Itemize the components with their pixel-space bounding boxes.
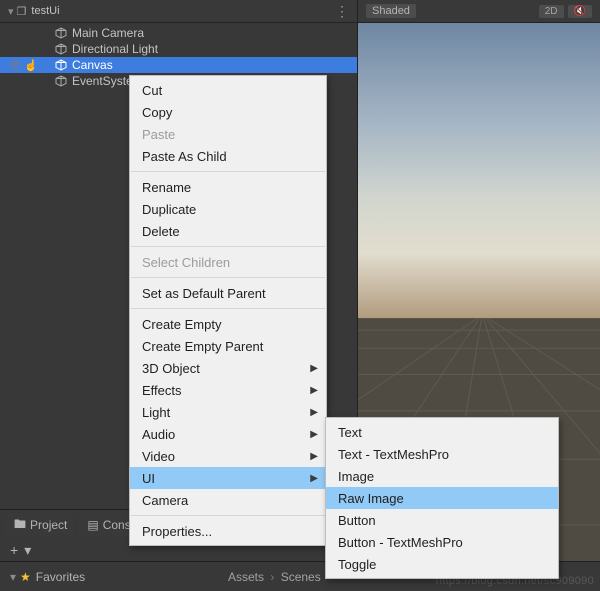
gameobject-icon <box>54 74 68 88</box>
menu-item-create-empty-parent[interactable]: Create Empty Parent <box>130 335 326 357</box>
chevron-down-icon[interactable]: ▾ <box>24 542 31 559</box>
submenu-item-text[interactable]: Text <box>326 421 558 443</box>
folder-icon: 🖿 <box>14 515 26 536</box>
menu-item-properties[interactable]: Properties... <box>130 520 326 542</box>
scene-sky <box>358 23 600 318</box>
breadcrumb[interactable]: Assets › Scenes <box>228 570 321 584</box>
visibility-icon[interactable]: 👁 <box>8 59 22 72</box>
menu-item-3d-object[interactable]: 3D Object▶ <box>130 357 326 379</box>
menu-item-effects[interactable]: Effects▶ <box>130 379 326 401</box>
kebab-menu-icon[interactable]: ⋮ <box>335 3 349 20</box>
menu-item-create-empty[interactable]: Create Empty <box>130 313 326 335</box>
gameobject-icon <box>54 42 68 56</box>
menu-item-ui[interactable]: UI▶ <box>130 467 326 489</box>
add-button[interactable]: + <box>10 542 18 559</box>
menu-item-duplicate[interactable]: Duplicate <box>130 198 326 220</box>
chevron-down-icon: ▾ <box>8 5 14 18</box>
menu-item-paste: Paste <box>130 123 326 145</box>
star-icon: ★ <box>20 570 31 584</box>
submenu-item-button[interactable]: Button <box>326 509 558 531</box>
pickable-icon[interactable]: ☝ <box>24 59 38 72</box>
hierarchy-item-label: Main Camera <box>72 26 144 40</box>
ui-submenu: Text Text - TextMeshPro Image Raw Image … <box>325 417 559 579</box>
tab-label: Project <box>30 518 67 532</box>
chevron-down-icon[interactable]: ▾ <box>10 570 16 584</box>
menu-item-cut[interactable]: Cut <box>130 79 326 101</box>
menu-separator <box>131 171 325 172</box>
menu-separator <box>131 246 325 247</box>
gameobject-icon <box>54 26 68 40</box>
chevron-right-icon: ▶ <box>310 473 318 484</box>
hierarchy-header[interactable]: ▾ ❐ testUi ⋮ <box>0 0 357 23</box>
hierarchy-item-directional-light[interactable]: Directional Light <box>0 41 357 57</box>
chevron-right-icon: ▶ <box>310 429 318 440</box>
submenu-item-raw-image[interactable]: Raw Image <box>326 487 558 509</box>
menu-item-copy[interactable]: Copy <box>130 101 326 123</box>
menu-item-audio[interactable]: Audio▶ <box>130 423 326 445</box>
submenu-item-button-tmp[interactable]: Button - TextMeshPro <box>326 531 558 553</box>
submenu-item-image[interactable]: Image <box>326 465 558 487</box>
hierarchy-item-label: Directional Light <box>72 42 158 56</box>
chevron-right-icon: ▶ <box>310 407 318 418</box>
menu-item-light[interactable]: Light▶ <box>130 401 326 423</box>
hierarchy-item-label: Canvas <box>72 58 113 72</box>
chevron-right-icon: ▶ <box>310 385 318 396</box>
scene-icon: ❐ <box>17 5 27 18</box>
favorites-label[interactable]: Favorites <box>36 570 85 584</box>
chevron-right-icon: › <box>270 570 274 584</box>
hierarchy-item-main-camera[interactable]: Main Camera <box>0 25 357 41</box>
breadcrumb-item[interactable]: Assets <box>228 570 264 584</box>
submenu-item-toggle[interactable]: Toggle <box>326 553 558 575</box>
menu-separator <box>131 515 325 516</box>
menu-separator <box>131 308 325 309</box>
gameobject-icon <box>54 58 68 72</box>
menu-item-select-children: Select Children <box>130 251 326 273</box>
menu-item-video[interactable]: Video▶ <box>130 445 326 467</box>
mute-audio-button[interactable]: 🔇 <box>568 5 592 18</box>
tab-project[interactable]: 🖿 Project <box>6 513 75 538</box>
menu-item-delete[interactable]: Delete <box>130 220 326 242</box>
chevron-right-icon: ▶ <box>310 451 318 462</box>
breadcrumb-item[interactable]: Scenes <box>281 570 321 584</box>
chevron-right-icon: ▶ <box>310 363 318 374</box>
context-menu: Cut Copy Paste Paste As Child Rename Dup… <box>129 75 327 546</box>
scene-toolbar: Shaded 2D 🔇 <box>358 0 600 23</box>
menu-item-paste-as-child[interactable]: Paste As Child <box>130 145 326 167</box>
scene-name: testUi <box>31 5 59 17</box>
menu-item-camera[interactable]: Camera <box>130 489 326 511</box>
draw-mode-dropdown[interactable]: Shaded <box>366 4 416 18</box>
hierarchy-item-canvas[interactable]: 👁 ☝ Canvas <box>0 57 357 73</box>
menu-item-set-default-parent[interactable]: Set as Default Parent <box>130 282 326 304</box>
menu-separator <box>131 277 325 278</box>
menu-item-rename[interactable]: Rename <box>130 176 326 198</box>
toggle-2d-button[interactable]: 2D <box>539 5 564 18</box>
console-icon: ▤ <box>87 518 98 532</box>
submenu-item-text-tmp[interactable]: Text - TextMeshPro <box>326 443 558 465</box>
